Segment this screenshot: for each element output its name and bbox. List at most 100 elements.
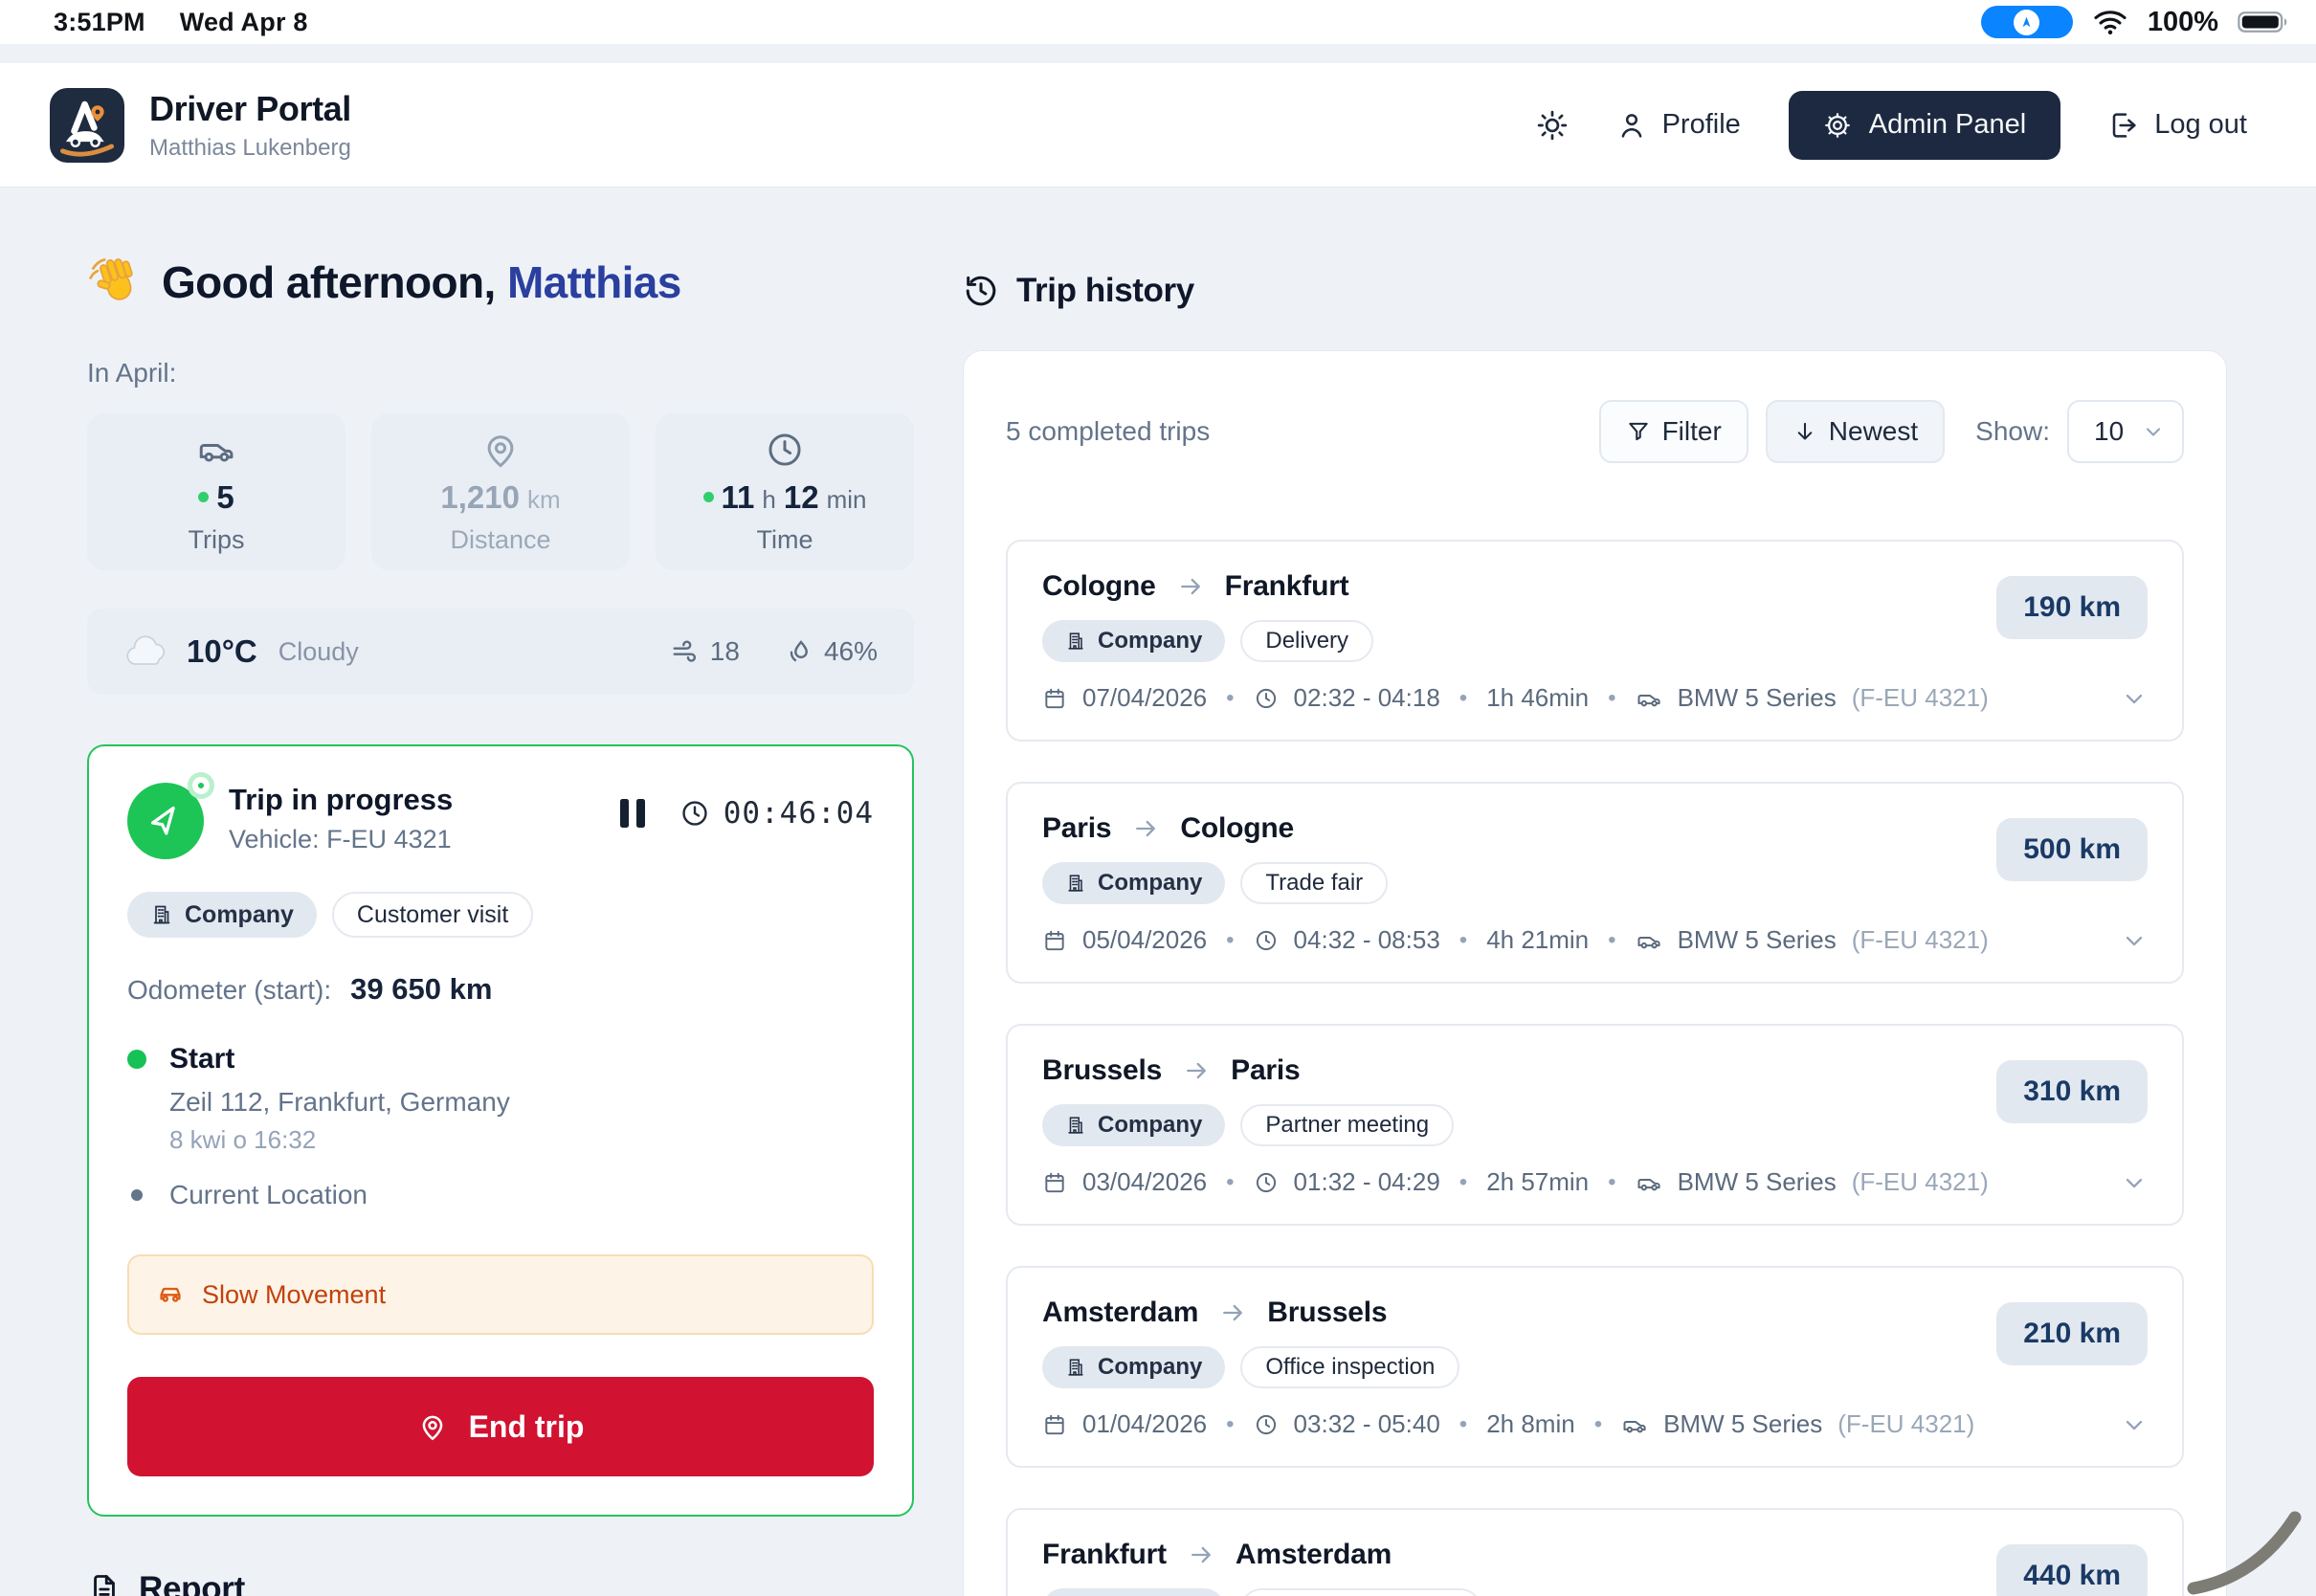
- route-to: Cologne: [1180, 812, 1294, 845]
- expand-chevron-icon[interactable]: [2121, 927, 2148, 954]
- report-title: Report: [139, 1570, 245, 1596]
- trip-list: Cologne Frankfurt Company: [1006, 540, 2184, 1596]
- odometer-label: Odometer (start):: [127, 975, 331, 1006]
- stat-card-distance: 1,210km Distance: [371, 413, 630, 570]
- theme-toggle-sun-icon[interactable]: [1536, 109, 1569, 142]
- weather-temp: 10°C: [187, 633, 257, 670]
- trip-time-range: 01:32 - 04:29: [1294, 1167, 1440, 1197]
- header-user-name: Matthias Lukenberg: [149, 135, 351, 162]
- building-icon: [1065, 1357, 1086, 1378]
- tag-purpose: Trade fair: [1240, 862, 1388, 904]
- status-time: 3:51PM: [54, 8, 145, 37]
- trip-history-row[interactable]: Amsterdam Brussels Company: [1006, 1266, 2184, 1468]
- sort-newest-button[interactable]: Newest: [1766, 400, 1945, 463]
- trip-history-title: Trip history: [1016, 272, 1194, 310]
- trip-duration: 2h 57min: [1486, 1167, 1589, 1197]
- tag-purpose: Partner meeting: [1240, 1104, 1454, 1146]
- car-icon: [1636, 1169, 1662, 1196]
- arrow-right-icon: [1219, 1299, 1246, 1326]
- humidity-reading: 46%: [784, 636, 878, 667]
- profile-button[interactable]: Profile: [1616, 109, 1741, 141]
- arrow-down-icon: [1793, 419, 1817, 444]
- trip-history-header: Trip history: [963, 272, 2227, 310]
- admin-panel-button[interactable]: Admin Panel: [1789, 91, 2060, 160]
- trip-date: 05/04/2026: [1082, 925, 1207, 955]
- monthly-stats: 5 Trips 1,210km Distance: [87, 413, 914, 570]
- arrow-right-icon: [1177, 573, 1204, 600]
- trip-history-row[interactable]: Paris Cologne Company: [1006, 782, 2184, 984]
- loading-spinner-arc: [2172, 1481, 2316, 1596]
- distance-badge: 440 km: [1996, 1544, 2148, 1596]
- trip-route: Cologne Frankfurt: [1042, 570, 2148, 603]
- stat-trips-value: 5: [216, 479, 234, 516]
- trip-route: Amsterdam Brussels: [1042, 1297, 2148, 1329]
- tag-purpose: Client presentation: [1240, 1588, 1481, 1596]
- trip-date: 01/04/2026: [1082, 1409, 1207, 1439]
- pause-button[interactable]: [620, 799, 645, 828]
- logout-label: Log out: [2154, 109, 2247, 141]
- trip-date: 03/04/2026: [1082, 1167, 1207, 1197]
- route-from: Cologne: [1042, 570, 1156, 603]
- app-title: Driver Portal: [149, 89, 351, 129]
- arrow-right-icon: [1188, 1541, 1214, 1568]
- trip-history-row[interactable]: Frankfurt Amsterdam Company: [1006, 1508, 2184, 1596]
- wind-icon: [670, 636, 701, 667]
- car-icon: [1621, 1411, 1648, 1438]
- route-from: Amsterdam: [1042, 1297, 1198, 1329]
- trip-plate: (F-EU 4321): [1852, 1167, 1989, 1197]
- stat-distance-value: 1,210: [440, 479, 520, 516]
- navigation-arrow-icon: [2014, 10, 2039, 35]
- odometer-value: 39 650 km: [350, 972, 492, 1007]
- clock-icon: [765, 430, 805, 470]
- show-label: Show:: [1975, 416, 2050, 447]
- slow-movement-alert: Slow Movement: [127, 1254, 874, 1335]
- trip-plate: (F-EU 4321): [1852, 925, 1989, 955]
- trip-timer: 00:46:04: [724, 796, 874, 831]
- logout-icon: [2108, 110, 2139, 141]
- trip-history-row[interactable]: Brussels Paris Company: [1006, 1024, 2184, 1226]
- weather-card: 10°C Cloudy 18 46%: [87, 609, 914, 695]
- calendar-icon: [1042, 1412, 1067, 1437]
- tag-purpose: Customer visit: [332, 892, 533, 938]
- expand-chevron-icon[interactable]: [2121, 685, 2148, 712]
- trip-vehicle: BMW 5 Series: [1678, 925, 1837, 955]
- trip-meta: 01/04/2026 • 03:32 - 05:40 • 2h 8min • B…: [1042, 1409, 2148, 1439]
- admin-panel-label: Admin Panel: [1869, 109, 2026, 141]
- tag-company: Company: [1042, 1346, 1225, 1388]
- expand-chevron-icon[interactable]: [2121, 1411, 2148, 1438]
- trip-vehicle: Vehicle: F-EU 4321: [229, 825, 453, 854]
- trip-vehicle: BMW 5 Series: [1678, 683, 1837, 713]
- current-location-dot: [131, 1189, 143, 1201]
- arrow-right-icon: [1183, 1057, 1210, 1084]
- building-icon: [1065, 631, 1086, 652]
- profile-label: Profile: [1662, 109, 1741, 141]
- calendar-icon: [1042, 928, 1067, 953]
- distance-badge: 310 km: [1996, 1060, 2148, 1123]
- trip-plate: (F-EU 4321): [1852, 683, 1989, 713]
- period-label: In April:: [87, 358, 914, 388]
- expand-chevron-icon[interactable]: [2121, 1169, 2148, 1196]
- greeting: Good afternoon, Matthias: [87, 255, 914, 310]
- trip-history-row[interactable]: Cologne Frankfurt Company: [1006, 540, 2184, 742]
- page-size-select[interactable]: 10: [2067, 400, 2184, 463]
- sort-label: Newest: [1829, 416, 1918, 447]
- trip-status-title: Trip in progress: [229, 783, 453, 817]
- dot-separator: •: [1591, 1411, 1606, 1438]
- dot-separator: •: [1222, 1411, 1237, 1438]
- map-pin-icon: [480, 430, 521, 470]
- green-dot: [198, 492, 209, 502]
- chevron-down-icon: [2142, 420, 2165, 443]
- droplet-icon: [784, 636, 814, 667]
- filter-button[interactable]: Filter: [1599, 400, 1748, 463]
- route-from: Paris: [1042, 812, 1111, 845]
- end-trip-label: End trip: [469, 1409, 585, 1445]
- dot-separator: •: [1456, 685, 1471, 712]
- trip-time-range: 02:32 - 04:18: [1294, 683, 1440, 713]
- end-trip-button[interactable]: End trip: [127, 1377, 874, 1476]
- stat-trips-label: Trips: [189, 525, 245, 555]
- wifi-icon: [2092, 8, 2128, 36]
- gear-icon: [1823, 111, 1852, 140]
- distance-badge: 210 km: [1996, 1302, 2148, 1365]
- logout-button[interactable]: Log out: [2108, 109, 2247, 141]
- trip-history-card: 5 completed trips Filter: [963, 350, 2227, 1596]
